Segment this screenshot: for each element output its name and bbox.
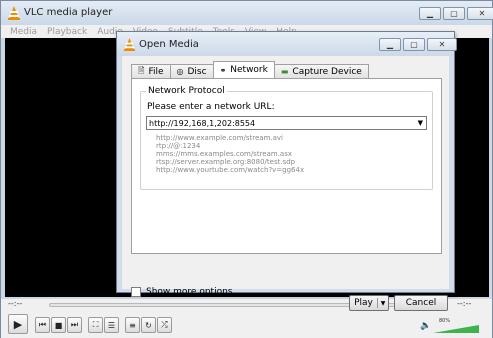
- dialog-title: Open Media: [139, 39, 199, 50]
- play-button-label[interactable]: Play: [350, 298, 378, 308]
- example-url: mms://mms.examples.com/stream.asx: [156, 150, 293, 158]
- example-url: http://www.yourtube.com/watch?v=gg64x: [156, 166, 305, 174]
- remaining-time: --:--: [457, 299, 472, 308]
- elapsed-time: --:--: [8, 299, 23, 308]
- example-url: http://www.example.com/stream.avi: [156, 134, 283, 142]
- play-icon: ▶: [13, 317, 23, 331]
- speaker-icon[interactable]: 🔈: [420, 321, 431, 331]
- tab-network[interactable]: ⚭ Network: [212, 61, 275, 78]
- play-dropdown-icon[interactable]: ▼: [378, 300, 388, 307]
- loop-icon: ↻: [145, 320, 152, 330]
- network-panel: Network Protocol Please enter a network …: [131, 78, 442, 254]
- previous-icon: ⏮: [38, 320, 47, 329]
- maximize-button[interactable]: ▢: [443, 7, 465, 20]
- menu-playback[interactable]: Playback: [47, 27, 87, 37]
- shuffle-icon: ⤮: [161, 320, 168, 329]
- network-protocol-group: Network Protocol Please enter a network …: [140, 86, 433, 190]
- main-window-title: VLC media player: [24, 7, 113, 18]
- network-icon: ⚭: [219, 65, 227, 75]
- tab-capture-device-label: Capture Device: [292, 66, 362, 77]
- tab-network-label: Network: [230, 65, 268, 75]
- dialog-minimize-button[interactable]: ▁: [379, 38, 401, 51]
- fullscreen-icon: ⛶: [92, 320, 99, 329]
- dialog-title-bar: Open Media ▁ ▢ ✕: [117, 32, 457, 56]
- shuffle-button[interactable]: ⤮: [157, 317, 172, 333]
- previous-button[interactable]: ⏮: [35, 317, 50, 333]
- menu-media[interactable]: Media: [10, 27, 37, 37]
- tab-disc[interactable]: ◎ Disc: [169, 64, 214, 78]
- network-url-input[interactable]: [149, 118, 409, 129]
- play-button[interactable]: ▶: [8, 314, 28, 334]
- dialog-close-button[interactable]: ✕: [427, 38, 457, 51]
- open-media-dialog: Open Media ▁ ▢ ✕ 🗎 File ◎ Disc ⚭ Network…: [116, 31, 457, 311]
- show-more-options[interactable]: Show more options: [131, 287, 232, 297]
- tab-file-label: File: [148, 66, 164, 77]
- minimize-button[interactable]: ▁: [419, 7, 441, 20]
- group-title: Network Protocol: [146, 86, 227, 96]
- minimize-icon: ▁: [426, 8, 434, 18]
- loop-button[interactable]: ↻: [141, 317, 156, 333]
- dialog-window-controls: ▁ ▢ ✕: [379, 38, 457, 51]
- playlist-icon: ≡: [129, 320, 136, 330]
- tab-capture-device[interactable]: ▬ Capture Device: [273, 64, 369, 78]
- main-title-bar: VLC media player ▁ ▢ ✕: [1, 1, 493, 25]
- stop-button[interactable]: ■: [51, 317, 66, 333]
- vlc-cone-icon: [8, 6, 20, 20]
- capture-device-icon: ▬: [280, 67, 289, 76]
- next-button[interactable]: ⏭: [67, 317, 82, 333]
- tab-file[interactable]: 🗎 File: [131, 64, 171, 78]
- cancel-button[interactable]: Cancel: [394, 295, 448, 311]
- network-url-combobox[interactable]: ▼: [146, 116, 427, 130]
- volume-percent: 80%: [439, 318, 451, 324]
- close-icon: ✕: [438, 39, 446, 49]
- minimize-icon: ▁: [386, 39, 394, 49]
- dialog-maximize-button[interactable]: ▢: [403, 38, 425, 51]
- equalizer-icon: ☰: [107, 320, 116, 330]
- dropdown-arrow-icon[interactable]: ▼: [418, 119, 423, 127]
- play-split-button[interactable]: Play ▼: [349, 295, 389, 311]
- maximize-icon: ▢: [450, 8, 458, 18]
- maximize-icon: ▢: [410, 39, 418, 49]
- close-icon: ✕: [478, 8, 486, 18]
- url-examples: http://www.example.com/stream.avi rtp://…: [156, 134, 304, 174]
- dialog-body: 🗎 File ◎ Disc ⚭ Network ▬ Capture Device…: [122, 56, 449, 311]
- show-more-label: Show more options: [146, 287, 233, 297]
- playlist-button[interactable]: ≡: [125, 317, 140, 333]
- vlc-cone-icon: [123, 38, 136, 51]
- next-icon: ⏭: [70, 320, 79, 329]
- disc-icon: ◎: [176, 67, 184, 76]
- url-prompt: Please enter a network URL:: [147, 102, 275, 112]
- fullscreen-button[interactable]: ⛶: [88, 317, 103, 333]
- example-url: rtp://@:1234: [156, 142, 201, 150]
- stop-icon: ■: [54, 320, 63, 330]
- example-url: rtsp://server.example.org:8080/test.sdp: [156, 158, 296, 166]
- playback-controls: ▶ ⏮ ■ ⏭ ⛶ ☰ ≡ ↻ ⤮ 🔈 80%: [1, 311, 492, 338]
- main-window-controls: ▁ ▢ ✕: [419, 7, 493, 20]
- extended-settings-button[interactable]: ☰: [104, 317, 119, 333]
- tab-disc-label: Disc: [187, 66, 207, 77]
- media-tabs: 🗎 File ◎ Disc ⚭ Network ▬ Capture Device: [131, 61, 369, 79]
- close-button[interactable]: ✕: [467, 7, 493, 20]
- file-icon: 🗎: [138, 65, 145, 75]
- show-more-checkbox[interactable]: [131, 287, 141, 297]
- volume-slider[interactable]: [433, 325, 479, 333]
